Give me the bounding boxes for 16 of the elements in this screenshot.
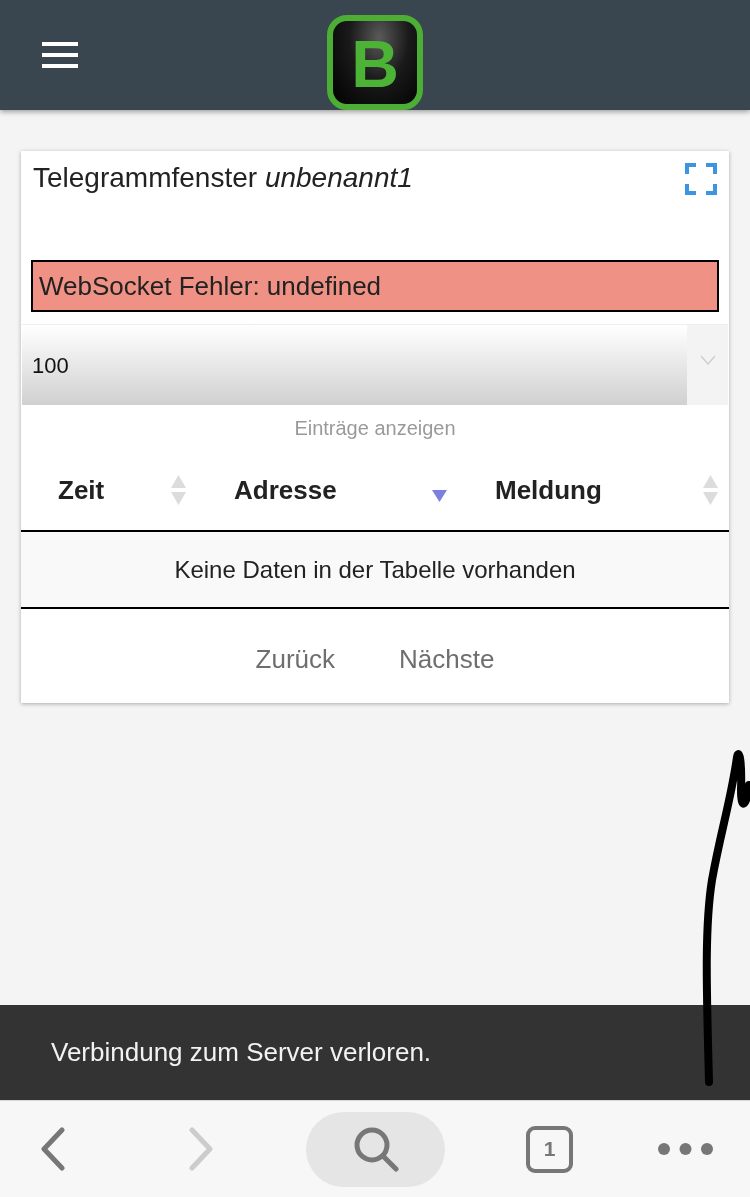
chevron-right-icon: [188, 1127, 214, 1171]
panel-title: Telegrammfenster unbenannt1: [33, 161, 413, 195]
more-button[interactable]: [658, 1142, 713, 1156]
back-button[interactable]: [40, 1127, 66, 1171]
chevron-down-icon: [699, 355, 716, 365]
empty-table-row: Keine Daten in der Tabelle vorhanden: [21, 532, 729, 609]
connection-toast: Verbindung zum Server verloren.: [0, 1005, 750, 1100]
fullscreen-icon[interactable]: [685, 163, 717, 195]
entries-caption: Einträge anzeigen: [294, 415, 456, 441]
app-logo: B: [327, 15, 423, 110]
search-icon: [352, 1126, 399, 1172]
tabs-button[interactable]: 1: [526, 1125, 573, 1173]
more-dots-icon: [658, 1142, 713, 1156]
menu-button[interactable]: [42, 42, 78, 68]
chevron-left-icon: [40, 1127, 66, 1171]
error-message: WebSocket Fehler: undefined: [31, 260, 719, 312]
